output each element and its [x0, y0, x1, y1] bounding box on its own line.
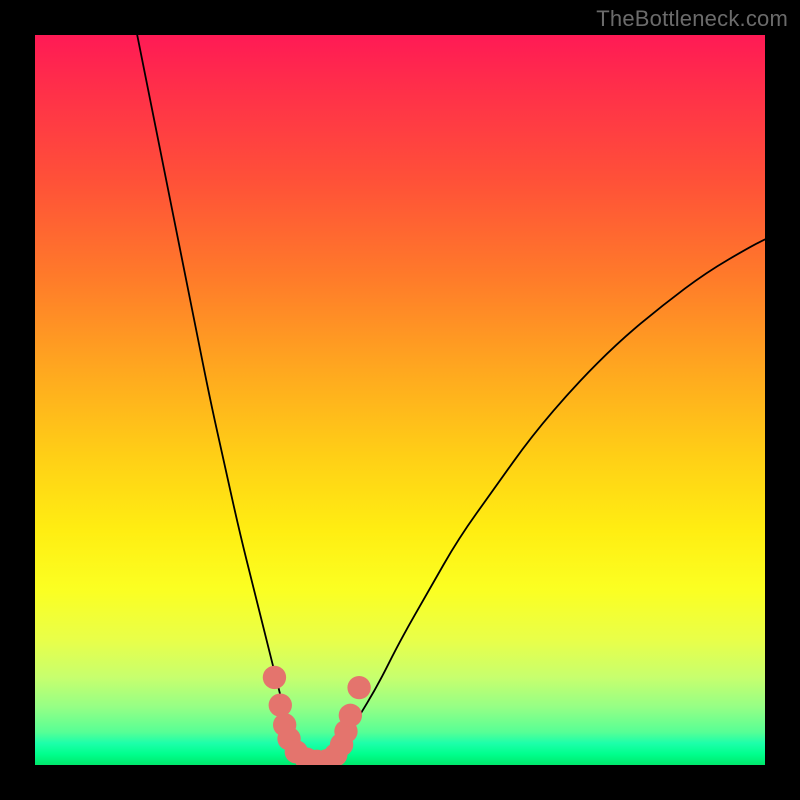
marker-dots	[263, 666, 371, 765]
watermark-text: TheBottleneck.com	[596, 6, 788, 32]
curve-paths	[137, 35, 765, 763]
series-left-curve	[137, 35, 305, 758]
series-right-curve	[327, 239, 765, 757]
marker-dot	[263, 666, 286, 689]
marker-dot	[269, 693, 292, 716]
marker-dot	[339, 704, 362, 727]
marker-dot	[347, 676, 370, 699]
chart-frame: TheBottleneck.com	[0, 0, 800, 800]
curve-overlay	[35, 35, 765, 765]
plot-area	[35, 35, 765, 765]
